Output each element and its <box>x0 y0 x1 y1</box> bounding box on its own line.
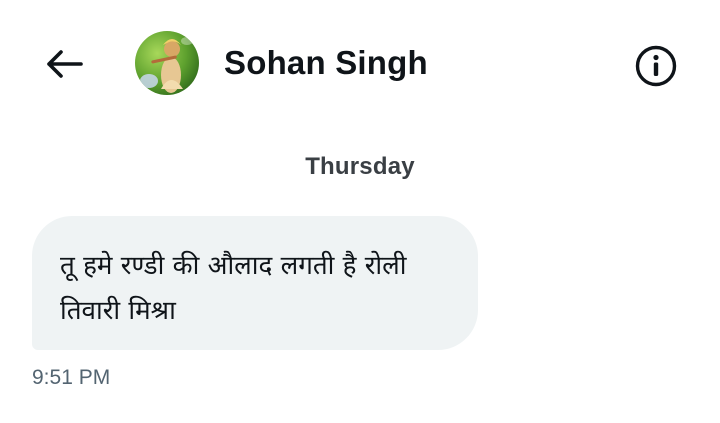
message-timestamp: 9:51 PM <box>32 366 111 389</box>
contact-name[interactable]: Sohan Singh <box>224 44 428 82</box>
info-button[interactable] <box>630 40 682 92</box>
back-button[interactable] <box>40 42 88 86</box>
conversation-header: Sohan Singh <box>0 0 720 128</box>
message-text: तू हमे रण्डी की औलाद लगती है रोली तिवारी… <box>60 251 407 326</box>
info-icon <box>635 45 677 87</box>
day-divider: Thursday <box>305 153 415 180</box>
contact-avatar-image <box>135 31 199 95</box>
avatar[interactable] <box>135 31 199 95</box>
message-bubble[interactable]: तू हमे रण्डी की औलाद लगती है रोली तिवारी… <box>32 216 478 350</box>
arrow-left-icon <box>47 50 83 78</box>
